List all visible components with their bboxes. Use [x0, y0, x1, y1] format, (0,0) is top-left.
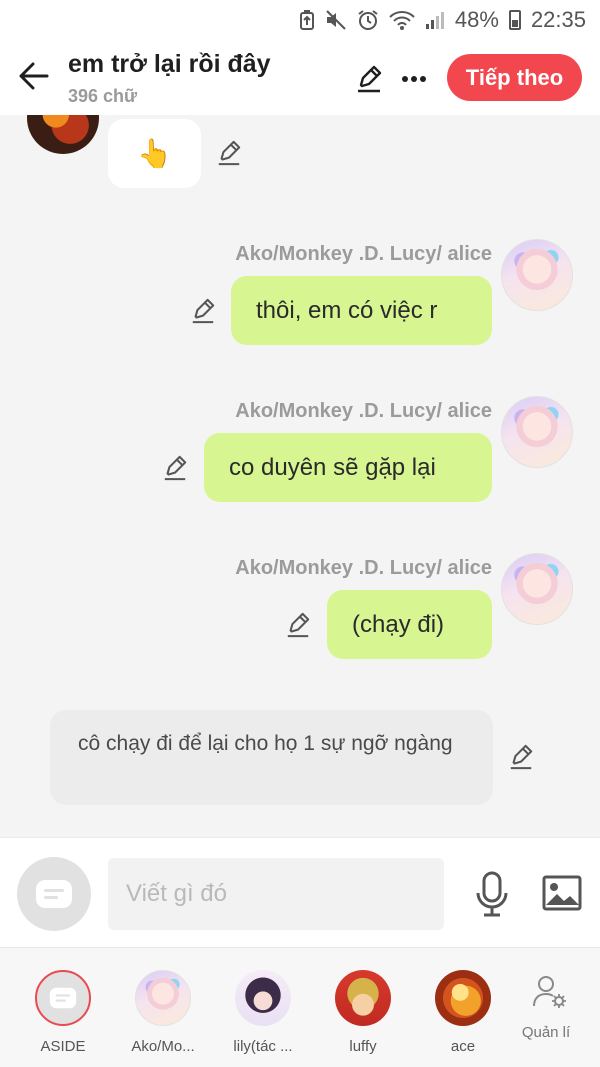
message-bubble[interactable]: (chạy đi) [327, 590, 492, 659]
pencil-icon [287, 612, 310, 638]
aside-toggle-button[interactable] [17, 857, 91, 931]
mic-icon [476, 871, 508, 917]
image-icon [542, 875, 582, 911]
message-input[interactable] [108, 858, 444, 930]
character-ace[interactable]: ace [413, 948, 513, 1067]
back-arrow-icon [19, 62, 49, 90]
avatar [135, 970, 191, 1026]
edit-message-button[interactable] [506, 742, 536, 772]
message-bubble[interactable]: co duyên sẽ gặp lại [204, 433, 492, 502]
avatar [335, 970, 391, 1026]
character-label: luffy [349, 1038, 377, 1055]
mute-icon [325, 10, 347, 30]
page-title: em trở lại rồi đây [68, 50, 271, 78]
character-label: lily(tác ... [233, 1038, 293, 1055]
character-label: ASIDE [40, 1038, 86, 1055]
more-dots-icon [402, 76, 426, 82]
clock: 22:35 [530, 7, 586, 32]
status-bar: 48% 22:35 [0, 0, 600, 40]
character-label: Ako/Mo... [131, 1038, 195, 1055]
chat-area: 👆 Ako/Monkey .D. Lucy/ alice thôi, em có… [0, 115, 600, 837]
character-lily[interactable]: lily(tác ... [213, 948, 313, 1067]
character-label: ace [450, 1038, 476, 1055]
header: em trở lại rồi đây 396 chữ Tiếp theo [0, 40, 600, 115]
avatar-alice[interactable] [501, 553, 573, 625]
battery-icon [508, 10, 521, 30]
more-button[interactable] [398, 62, 430, 96]
back-button[interactable] [16, 58, 52, 94]
wifi-icon [389, 10, 415, 30]
aside-chat-icon [36, 880, 72, 908]
pencil-icon [218, 140, 241, 166]
character-aside[interactable]: ASIDE [13, 948, 113, 1067]
pencil-icon [510, 744, 533, 770]
character-luffy[interactable]: luffy [313, 948, 413, 1067]
avatar [435, 970, 491, 1026]
word-count: 396 chữ [68, 86, 138, 106]
narration-bubble[interactable]: cô chạy đi để lại cho họ 1 sự ngỡ ngàng [50, 710, 493, 805]
alarm-icon [357, 9, 379, 31]
avatar-alice[interactable] [501, 396, 573, 468]
next-button[interactable]: Tiếp theo [447, 54, 582, 101]
aside-chat-icon [49, 987, 77, 1009]
aside-avatar [35, 970, 91, 1026]
edit-message-button[interactable] [214, 138, 244, 168]
edit-message-button[interactable] [188, 296, 218, 326]
voice-button[interactable] [471, 868, 513, 920]
edit-message-button[interactable] [160, 453, 190, 483]
pencil-icon [164, 455, 187, 481]
sender-name: Ako/Monkey .D. Lucy/ alice [235, 557, 492, 579]
avatar-alice[interactable] [501, 239, 573, 311]
pencil-icon [192, 298, 215, 324]
input-bar [0, 837, 600, 947]
pencil-icon [358, 65, 382, 93]
manage-label: Quản lí [521, 1024, 571, 1041]
edit-title-button[interactable] [352, 62, 386, 96]
battery-percent: 48% [454, 7, 499, 32]
signal-icon [425, 10, 445, 30]
edit-message-button[interactable] [283, 610, 313, 640]
manage-user-icon [530, 972, 570, 1012]
image-button[interactable] [540, 871, 584, 915]
avatar [235, 970, 291, 1026]
sender-name: Ako/Monkey .D. Lucy/ alice [235, 243, 492, 265]
avatar-left-character[interactable] [27, 115, 99, 154]
character-ako[interactable]: Ako/Mo... [113, 948, 213, 1067]
message-bubble-emoji[interactable]: 👆 [108, 119, 201, 188]
character-bar: ASIDE Ako/Mo... lily(tác ... luffy ace Q… [0, 947, 600, 1067]
manage-button[interactable]: Quản lí [500, 948, 600, 1067]
message-bubble[interactable]: thôi, em có việc r [231, 276, 492, 345]
sender-name: Ako/Monkey .D. Lucy/ alice [235, 400, 492, 422]
data-saver-icon [299, 10, 315, 30]
